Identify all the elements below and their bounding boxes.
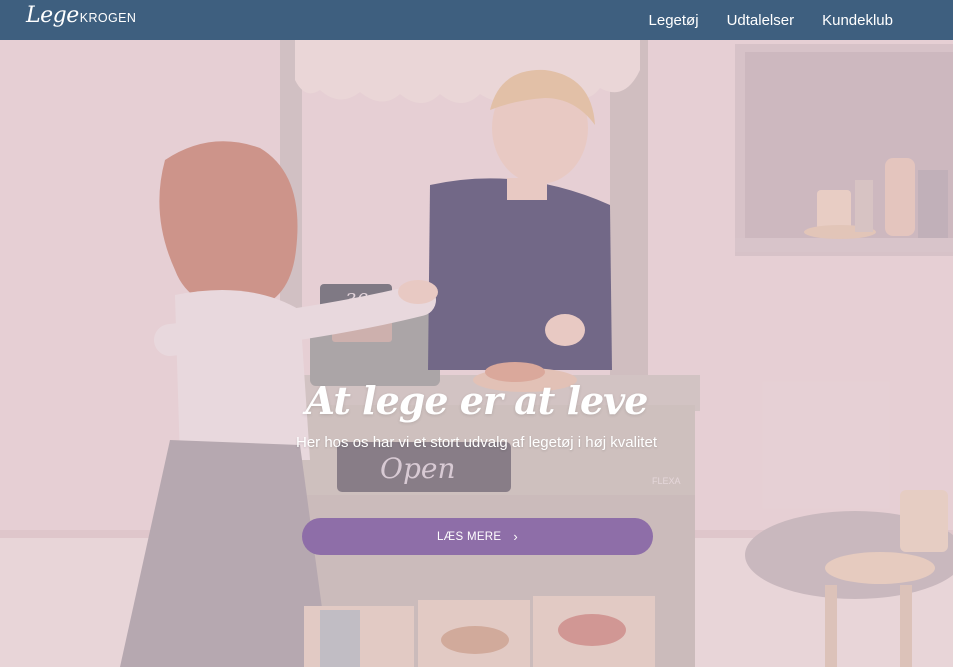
logo-script-text: Lege xyxy=(26,3,79,28)
hero-banner: Open FLEXA 3€ At lege er at leve Her hos… xyxy=(0,40,953,667)
top-navbar: Lege KROGEN Legetøj Udtalelser Kundeklub xyxy=(0,0,953,40)
nav-link-legetoj[interactable]: Legetøj xyxy=(649,12,699,29)
read-more-button[interactable]: LÆS MERE › xyxy=(302,518,653,555)
chevron-right-icon: › xyxy=(513,529,519,544)
read-more-label: LÆS MERE xyxy=(436,530,502,543)
logo-caps-text: KROGEN xyxy=(79,11,137,25)
hero-subtitle: Her hos os har vi et stort udvalg af leg… xyxy=(296,434,657,451)
site-logo[interactable]: Lege KROGEN xyxy=(26,3,136,28)
main-menu: Legetøj Udtalelser Kundeklub xyxy=(649,0,893,40)
nav-link-udtalelser[interactable]: Udtalelser xyxy=(727,12,795,29)
hero-title: At lege er at leve xyxy=(305,378,649,423)
hero-tint-overlay xyxy=(0,40,953,667)
nav-link-kundeklub[interactable]: Kundeklub xyxy=(822,12,893,29)
